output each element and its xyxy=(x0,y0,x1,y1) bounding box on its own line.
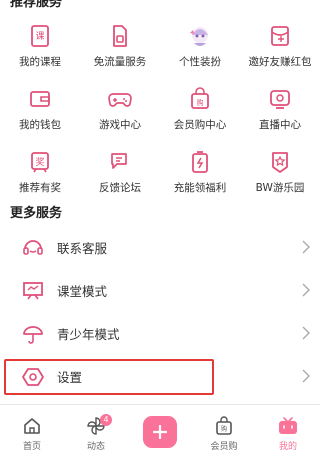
tab-publish[interactable] xyxy=(128,405,192,455)
home-icon xyxy=(21,415,43,437)
svg-text:购: 购 xyxy=(221,425,227,433)
chevron-right-icon xyxy=(302,240,310,254)
list-item-customer-service[interactable]: 联系客服 xyxy=(0,226,320,269)
settings-highlight-box xyxy=(4,359,214,395)
service-bw-park[interactable]: BW游乐园 xyxy=(240,143,320,206)
anime-avatar-icon xyxy=(187,23,213,49)
red-envelope-icon xyxy=(267,23,293,49)
list-item-teen-mode[interactable]: 青少年模式 xyxy=(0,312,320,355)
service-grid-row: 课 我的课程 免流量服务 个性装扮 邀好友赚红包 xyxy=(0,17,320,80)
service-my-courses[interactable]: 课 我的课程 xyxy=(0,17,80,80)
section-title-recommended: 推荐服务 xyxy=(10,0,63,10)
svg-text:购: 购 xyxy=(197,98,204,107)
sim-card-icon xyxy=(107,23,133,49)
service-grid-row: 我的钱包 游戏中心 购 会员购中心 直播中心 xyxy=(0,80,320,143)
service-invite-friends[interactable]: 邀好友赚红包 xyxy=(240,17,320,80)
gamepad-icon xyxy=(107,86,133,112)
tv-face-icon xyxy=(277,415,299,437)
service-member-shop[interactable]: 购 会员购中心 xyxy=(160,80,240,143)
tv-icon xyxy=(267,86,293,112)
reward-ticket-icon: 奖 xyxy=(27,149,53,175)
bottom-tab-bar: 首页 4 动态 购 会员购 我的 xyxy=(0,405,320,455)
service-feedback-forum[interactable]: 反馈论坛 xyxy=(80,143,160,206)
svg-text:课: 课 xyxy=(35,31,44,42)
service-game-center[interactable]: 游戏中心 xyxy=(80,80,160,143)
section-title-more-services: 更多服务 xyxy=(10,206,63,221)
service-live-center[interactable]: 直播中心 xyxy=(240,80,320,143)
chat-bubbles-icon xyxy=(107,149,133,175)
service-personal-dress[interactable]: 个性装扮 xyxy=(160,17,240,80)
umbrella-icon xyxy=(21,322,45,346)
publish-button[interactable] xyxy=(143,416,177,448)
chevron-right-icon xyxy=(302,369,310,383)
service-free-data[interactable]: 免流量服务 xyxy=(80,17,160,80)
wallet-icon xyxy=(27,86,53,112)
notification-badge: 4 xyxy=(100,414,112,426)
chevron-right-icon xyxy=(302,326,310,340)
star-badge-icon xyxy=(267,149,293,175)
service-charge-benefits[interactable]: 充能领福利 xyxy=(160,143,240,206)
service-grid-row: 奖 推荐有奖 反馈论坛 充能领福利 BW游乐园 xyxy=(0,143,320,206)
tab-home[interactable]: 首页 xyxy=(0,405,64,455)
tab-mine[interactable]: 我的 xyxy=(256,405,320,455)
shopping-bag-icon: 购 xyxy=(187,86,213,112)
headset-icon xyxy=(21,236,45,260)
battery-charge-icon xyxy=(187,149,213,175)
classroom-easel-icon xyxy=(21,279,45,303)
plus-icon xyxy=(152,424,168,440)
svg-text:奖: 奖 xyxy=(35,156,44,168)
list-item-classroom-mode[interactable]: 课堂模式 xyxy=(0,269,320,312)
service-referral-reward[interactable]: 奖 推荐有奖 xyxy=(0,143,80,206)
shopping-bag-icon: 购 xyxy=(213,415,235,437)
course-book-icon: 课 xyxy=(27,23,53,49)
tab-dynamics[interactable]: 4 动态 xyxy=(64,405,128,455)
tab-member-shop[interactable]: 购 会员购 xyxy=(192,405,256,455)
service-grid: 课 我的课程 免流量服务 个性装扮 邀好友赚红包 我的钱包 游戏中心 购 会员购… xyxy=(0,17,320,206)
chevron-right-icon xyxy=(302,283,310,297)
service-my-wallet[interactable]: 我的钱包 xyxy=(0,80,80,143)
